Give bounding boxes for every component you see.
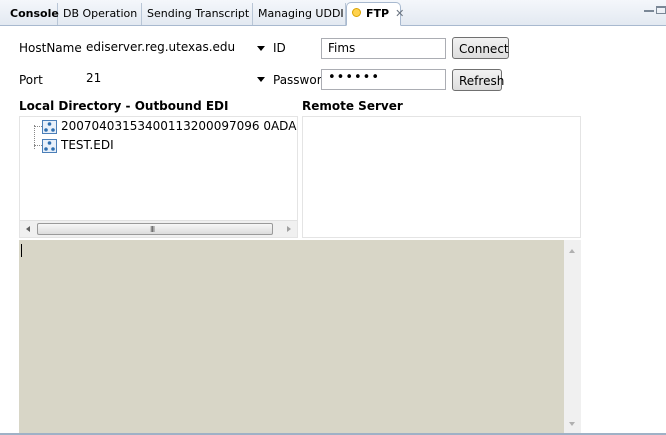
tab-db-operation-label: DB Operation [63,7,138,20]
chevron-down-icon[interactable] [257,46,265,51]
file-name: TEST.EDI [61,138,114,152]
editor-tab-bar: Console DB Operation Sending Transcript … [0,0,666,26]
id-label: ID [273,41,286,55]
close-icon[interactable]: ✕ [395,7,404,20]
port-label: Port [19,73,43,87]
port-value: 21 [86,71,102,85]
edi-file-icon [42,120,57,137]
tab-ftp[interactable]: FTP ✕ [346,2,404,26]
password-field[interactable]: •••••• [321,69,446,90]
scroll-grip: III [150,225,155,234]
local-directory-title: Local Directory - Outbound EDI [19,99,229,113]
tab-managing-uddi-label: Managing UDDI [258,7,344,20]
ftp-status-icon [352,8,361,17]
tab-sending-transcript[interactable]: Sending Transcript [143,3,253,25]
refresh-button[interactable]: Refresh [452,69,504,91]
tab-managing-uddi[interactable]: Managing UDDI [254,3,346,25]
vertical-scrollbar[interactable] [564,240,581,433]
file-name: 20070403153400113200097096 0ADAMS.EDI [61,119,297,133]
tree-connector [34,145,42,146]
edi-file-icon [42,139,57,156]
maximize-icon[interactable] [656,6,666,14]
scroll-right-icon[interactable] [287,226,291,232]
port-combo[interactable]: 21 [82,70,267,89]
chevron-down-icon[interactable] [257,77,265,82]
tab-db-operation[interactable]: DB Operation [59,3,142,25]
horizontal-scrollbar[interactable]: III [20,220,297,237]
tab-ftp-label: FTP [366,7,390,20]
scroll-up-icon[interactable] [569,249,575,253]
minimize-icon[interactable] [644,10,654,12]
id-value: Fims [328,41,356,55]
hostname-combo[interactable]: ediserver.reg.utexas.edu [82,39,267,58]
id-field[interactable]: Fims [321,38,446,59]
tab-console[interactable]: Console [6,3,59,25]
local-directory-tree[interactable]: 20070403153400113200097096 0ADAMS.EDI TE… [19,116,298,238]
scroll-down-icon[interactable] [569,422,575,426]
scroll-left-icon[interactable] [26,226,30,232]
scroll-thumb[interactable]: III [37,223,273,235]
tab-console-label: Console [10,7,59,20]
tree-connector [34,126,42,127]
password-value: •••••• [328,70,381,85]
remote-server-list[interactable] [302,116,581,238]
remote-server-title: Remote Server [302,99,403,113]
hostname-label: HostName [19,41,82,55]
text-caret [21,244,22,257]
hostname-value: ediserver.reg.utexas.edu [86,40,236,54]
connect-button[interactable]: Connect [452,37,509,59]
log-text-area[interactable] [19,240,581,433]
tab-sending-transcript-label: Sending Transcript [147,7,250,20]
